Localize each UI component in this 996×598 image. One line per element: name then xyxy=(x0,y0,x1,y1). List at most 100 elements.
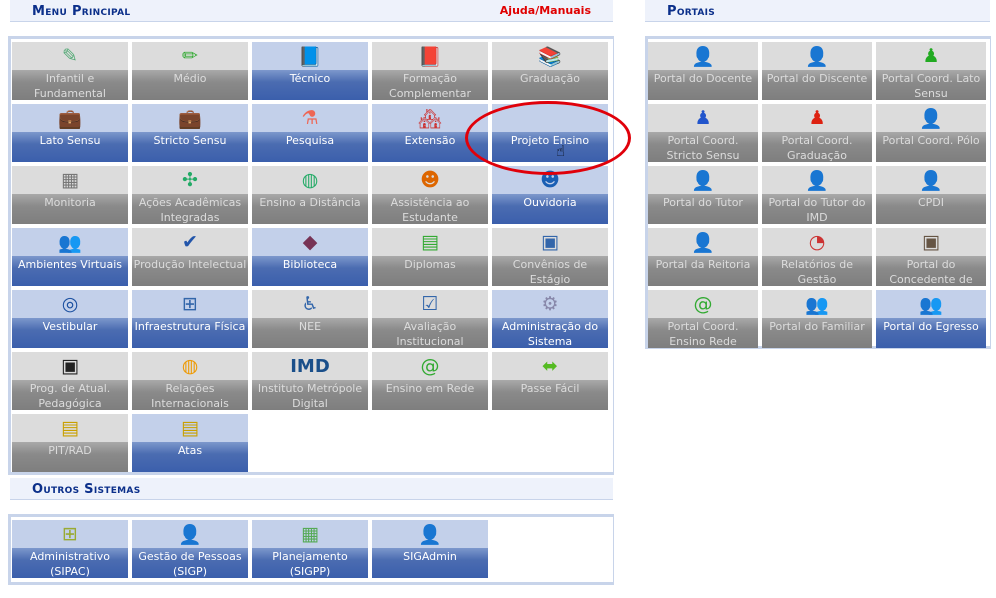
tile-medio[interactable]: ✏ Médio xyxy=(132,42,248,100)
help-manuals-link[interactable]: Ajuda/Manuais xyxy=(500,4,591,17)
graduates-icon: 👥 xyxy=(919,293,943,316)
tile-label: Portal Coord. Lato Sensu xyxy=(876,70,986,100)
tile-portal-coord-stricto-sensu[interactable]: ♟ Portal Coord. Stricto Sensu xyxy=(648,104,758,162)
tile-administracao-do-sistema[interactable]: ⚙ Administração do Sistema xyxy=(492,290,608,348)
tile-label: Portal da Reitoria xyxy=(648,256,758,286)
tile-icon-area: ✏ xyxy=(132,42,248,70)
tile-icon-area: ⊞ xyxy=(12,520,128,548)
tile-portal-da-reitoria[interactable]: 👤 Portal da Reitoria xyxy=(648,228,758,286)
tile-vestibular[interactable]: ◎ Vestibular xyxy=(12,290,128,348)
tile-ensino-em-rede[interactable]: @ Ensino em Rede xyxy=(372,352,488,410)
menu-principal-grid: ✎ Infantil e Fundamental ✏ Médio 📘 Técnico 📕 Fo… xyxy=(8,36,614,475)
admin-network-icon: ⊞ xyxy=(62,523,78,545)
tile-label: Portal do Concedente de xyxy=(876,256,986,286)
tile-portal-coord-ensino-rede[interactable]: @ Portal Coord. Ensino Rede xyxy=(648,290,758,348)
tile-infantil-e-fundamental[interactable]: ✎ Infantil e Fundamental xyxy=(12,42,128,100)
tile-assistencia-ao-estudante[interactable]: ☻ Assistência ao Estudante xyxy=(372,166,488,224)
student-chat-icon: ☻ xyxy=(420,169,440,191)
tile-administrativo-sipac[interactable]: ⊞ Administrativo (SIPAC) xyxy=(12,520,128,578)
tile-cpdi[interactable]: 👤 CPDI xyxy=(876,166,986,224)
tile-relacoes-internacionais[interactable]: ◍ Relações Internacionais xyxy=(132,352,248,410)
tile-formacao-complementar[interactable]: 📕 Formação Complementar xyxy=(372,42,488,100)
student-green-icon: 👤 xyxy=(805,45,829,68)
tile-instituto-metropole-digital[interactable]: IMD Instituto Metrópole Digital xyxy=(252,352,368,410)
tile-icon-area: 👤 xyxy=(132,520,248,548)
tile-monitoria[interactable]: ▦ Monitoria xyxy=(12,166,128,224)
tile-producao-intelectual[interactable]: ✔ Produção Intelectual xyxy=(132,228,248,286)
tile-icon-area: ☻ xyxy=(372,166,488,194)
tile-pit-rad[interactable]: ▤ PIT/RAD xyxy=(12,414,128,472)
teacher-icon: 👤 xyxy=(691,169,715,192)
tile-convenios-de-estagio[interactable]: ▣ Convênios de Estágio xyxy=(492,228,608,286)
tile-portal-do-docente[interactable]: 👤 Portal do Docente xyxy=(648,42,758,100)
portais-grid: 👤 Portal do Docente 👤 Portal do Discente ♟ Po… xyxy=(645,36,991,349)
book-stack-icon: 📚 xyxy=(538,45,562,68)
admin-user-monitor-icon: 👤 xyxy=(418,523,442,546)
tile-icon-area: 👤 xyxy=(648,166,758,194)
tile-extensao[interactable]: 🏘 Extensão xyxy=(372,104,488,162)
tile-label: Stricto Sensu xyxy=(132,132,248,162)
tile-label: Projeto Ensino xyxy=(492,132,608,162)
brazil-map-at-icon: @ xyxy=(420,355,440,377)
tile-diplomas[interactable]: ▤ Diplomas xyxy=(372,228,488,286)
tile-label: Portal do Docente xyxy=(648,70,758,100)
tile-sigadmin[interactable]: 👤 SIGAdmin xyxy=(372,520,488,578)
puzzle-icon: ✣ xyxy=(182,169,198,191)
tile-graduacao[interactable]: 📚 Graduação xyxy=(492,42,608,100)
tile-relatorios-de-gestao[interactable]: ◔ Relatórios de Gestão xyxy=(762,228,872,286)
tile-portal-coord-graduacao[interactable]: ♟ Portal Coord. Graduação xyxy=(762,104,872,162)
tile-icon-area: ▣ xyxy=(876,228,986,256)
diploma-icon: ▤ xyxy=(421,231,439,253)
tile-pesquisa[interactable]: ⚗ Pesquisa xyxy=(252,104,368,162)
tile-label: Atas xyxy=(132,442,248,472)
gear-icon: ⚙ xyxy=(541,293,559,315)
tile-portal-do-concedente-de[interactable]: ▣ Portal do Concedente de xyxy=(876,228,986,286)
tile-projeto-ensino[interactable]: Projeto Ensino xyxy=(492,104,608,162)
tile-label: Portal Coord. Pólo xyxy=(876,132,986,162)
tile-lato-sensu[interactable]: 💼 Lato Sensu xyxy=(12,104,128,162)
tile-portal-do-tutor[interactable]: 👤 Portal do Tutor xyxy=(648,166,758,224)
tile-gestao-de-pessoas-sigp[interactable]: 👤 Gestão de Pessoas (SIGP) xyxy=(132,520,248,578)
tile-tecnico[interactable]: 📘 Técnico xyxy=(252,42,368,100)
red-pawn-icon: ♟ xyxy=(808,107,826,129)
tile-portal-do-egresso[interactable]: 👥 Portal do Egresso xyxy=(876,290,986,348)
tile-icon-area xyxy=(492,104,608,132)
tile-label: Portal do Discente xyxy=(762,70,872,100)
tile-portal-do-discente[interactable]: 👤 Portal do Discente xyxy=(762,42,872,100)
tile-icon-area: ◎ xyxy=(12,290,128,318)
tile-acoes-academicas-integradas[interactable]: ✣ Ações Acadêmicas Integradas xyxy=(132,166,248,224)
tile-icon-area: @ xyxy=(648,290,758,318)
users-group-icon: 👥 xyxy=(58,231,82,254)
tile-planejamento-sigpp[interactable]: ▦ Planejamento (SIGPP) xyxy=(252,520,368,578)
outros-sistemas-header: Outros Sistemas xyxy=(10,478,613,500)
outros-sistemas-title: Outros Sistemas xyxy=(32,482,141,497)
tile-icon-area: ⊞ xyxy=(132,290,248,318)
tile-stricto-sensu[interactable]: 💼 Stricto Sensu xyxy=(132,104,248,162)
tile-atas[interactable]: ▤ Atas xyxy=(132,414,248,472)
tile-portal-do-familiar[interactable]: 👥 Portal do Familiar xyxy=(762,290,872,348)
tile-label: Instituto Metrópole Digital xyxy=(252,380,368,410)
portais-title: Portais xyxy=(667,4,716,19)
tile-label: Vestibular xyxy=(12,318,128,348)
tile-icon-area: 👤 xyxy=(762,42,872,70)
tile-icon-area: ▣ xyxy=(12,352,128,380)
tile-ambientes-virtuais[interactable]: 👥 Ambientes Virtuais xyxy=(12,228,128,286)
tile-portal-do-tutor-do-imd[interactable]: 👤 Portal do Tutor do IMD xyxy=(762,166,872,224)
tile-label: Portal Coord. Ensino Rede xyxy=(648,318,758,348)
tile-label: Pesquisa xyxy=(252,132,368,162)
tile-ouvidoria[interactable]: ☻ Ouvidoria xyxy=(492,166,608,224)
tile-nee[interactable]: ♿ NEE xyxy=(252,290,368,348)
tile-portal-coord-lato-sensu[interactable]: ♟ Portal Coord. Lato Sensu xyxy=(876,42,986,100)
tile-passe-facil[interactable]: ⬌ Passe Fácil xyxy=(492,352,608,410)
tile-label: Formação Complementar xyxy=(372,70,488,100)
tile-icon-area: IMD xyxy=(252,352,368,380)
tile-portal-coord-polo[interactable]: 👤 Portal Coord. Pólo xyxy=(876,104,986,162)
green-pawn-icon: ♟ xyxy=(922,45,940,67)
tile-biblioteca[interactable]: ◆ Biblioteca xyxy=(252,228,368,286)
tile-avaliacao-institucional[interactable]: ☑ Avaliação Institucional xyxy=(372,290,488,348)
tile-prog-de-atual-pedagogica[interactable]: ▣ Prog. de Atual. Pedagógica xyxy=(12,352,128,410)
teacher-icon: 👤 xyxy=(919,107,943,130)
user-icon: 👤 xyxy=(178,523,202,546)
tile-infraestrutura-fisica[interactable]: ⊞ Infraestrutura Física xyxy=(132,290,248,348)
tile-ensino-a-distancia[interactable]: ◍ Ensino a Distância xyxy=(252,166,368,224)
